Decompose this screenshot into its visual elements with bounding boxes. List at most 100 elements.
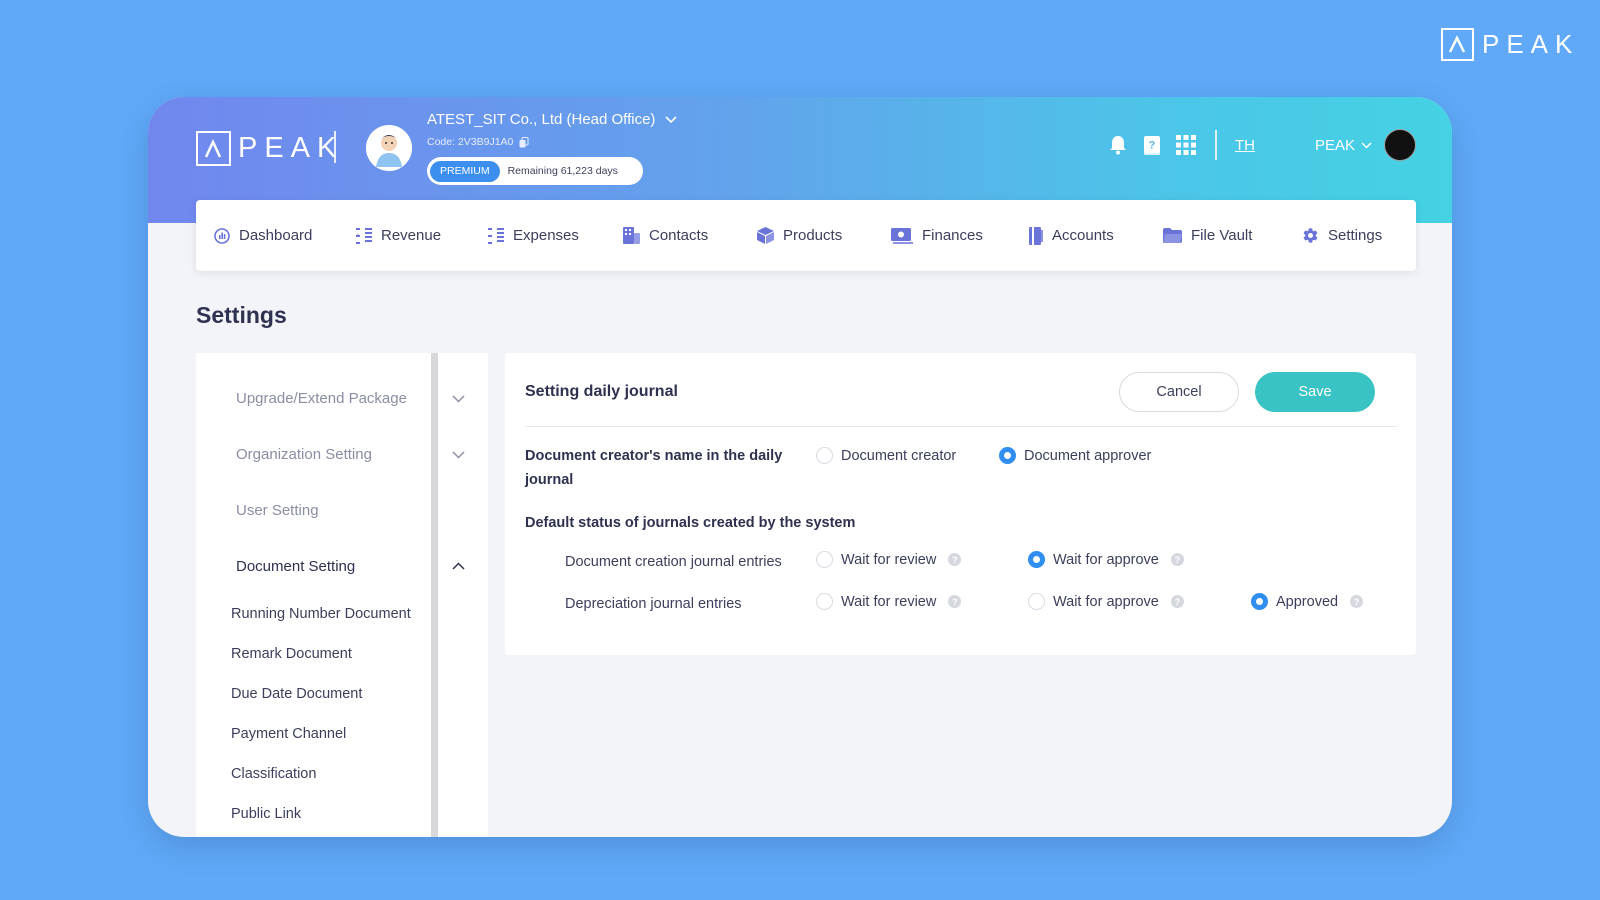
radio-circle[interactable] [1028,593,1045,610]
language-switch[interactable]: TH [1235,137,1255,154]
panel-divider [525,426,1397,427]
sidebar-subitem-remark[interactable]: Remark Document [231,646,352,662]
nav-finances[interactable]: Finances [891,227,1029,244]
header-logo[interactable]: PEAK [196,131,343,166]
user-name: PEAK [1314,136,1355,154]
peak-logo-icon [196,131,231,166]
header-actions: ? TH PEAK [1107,129,1416,161]
org-name: ATEST_SIT Co., Ltd (Head Office) [427,111,656,128]
header-logo-text: PEAK [238,132,344,164]
nav-label: Settings [1328,227,1383,244]
corner-logo-text: PEAK [1482,29,1580,59]
row-label-depreciation: Depreciation journal entries [565,596,742,612]
sidebar-item-upgrade-package[interactable]: Upgrade/Extend Package [236,390,407,407]
package-remaining: Remaining 61,223 days [507,165,618,177]
radio-label: Wait for review [841,551,937,568]
header-separator [1214,130,1217,160]
cancel-button[interactable]: Cancel [1119,372,1239,412]
nav-label: Products [783,227,843,244]
header-divider [334,131,336,163]
chevron-down-icon[interactable] [452,451,465,459]
radio-depreciation-wait-review[interactable]: Wait for review ? [816,593,962,610]
org-code: Code: 2V3B9J1A0 [427,136,514,148]
sidebar-scrollbar[interactable] [431,353,438,837]
help-icon[interactable]: ? [948,553,962,566]
main-nav: Dashboard Revenue Expenses Contacts Prod… [196,200,1416,271]
org-code-row: Code: 2V3B9J1A0 [427,136,529,148]
help-icon[interactable]: ? [948,595,962,608]
help-icon[interactable]: ? [1170,553,1184,566]
nav-label: Finances [922,227,983,244]
nav-label: Dashboard [239,227,313,244]
bell-icon[interactable] [1107,134,1129,156]
nav-settings[interactable]: Settings [1302,227,1382,244]
expenses-icon [488,227,504,244]
chevron-down-icon [1361,141,1372,149]
apps-grid-icon[interactable] [1175,134,1197,156]
radio-circle[interactable] [816,593,833,610]
radio-creation-wait-approve[interactable]: Wait for approve ? [1028,551,1184,568]
sidebar-item-user-setting[interactable]: User Setting [236,502,319,519]
help-book-icon[interactable]: ? [1141,134,1163,156]
dashboard-icon [214,227,230,244]
nav-contacts[interactable]: Contacts [623,227,757,244]
radio-document-approver[interactable]: Document approver [999,447,1151,464]
chevron-up-icon[interactable] [452,562,465,570]
corner-logo: PEAK [1441,28,1579,61]
nav-expenses[interactable]: Expenses [488,227,623,245]
nav-dashboard[interactable]: Dashboard [214,227,356,244]
radio-circle[interactable] [816,447,833,464]
sidebar-subitem-due-date[interactable]: Due Date Document [231,686,362,702]
sidebar-subitem-public-link[interactable]: Public Link [231,806,301,822]
help-icon[interactable]: ? [1350,595,1364,608]
products-icon [757,227,774,244]
radio-depreciation-approved[interactable]: Approved ? [1251,593,1364,610]
app-window: PEAK ATEST_SIT Co., Ltd (Head Office) Co… [148,97,1452,837]
copy-icon[interactable] [519,136,529,148]
radio-circle[interactable] [816,551,833,568]
radio-label: Wait for approve [1053,593,1159,610]
chevron-down-icon[interactable] [452,395,465,403]
nav-products[interactable]: Products [757,227,891,244]
sidebar-item-document-setting[interactable]: Document Setting [236,558,355,575]
radio-circle-selected[interactable] [999,447,1016,464]
radio-circle-selected[interactable] [1028,551,1045,568]
radio-depreciation-wait-approve[interactable]: Wait for approve ? [1028,593,1184,610]
user-menu[interactable]: PEAK [1315,137,1372,154]
sidebar-subitem-payment-channel[interactable]: Payment Channel [231,726,346,742]
gear-icon [1303,228,1318,243]
sidebar-subitem-classification[interactable]: Classification [231,766,316,782]
org-avatar[interactable] [366,125,412,171]
radio-label: Wait for approve [1053,551,1159,568]
nav-label: Revenue [381,227,442,244]
nav-file-vault[interactable]: File Vault [1163,227,1302,244]
revenue-icon [356,227,372,244]
chevron-down-icon [665,115,677,123]
page-title: Settings [196,302,287,328]
row-label-document-creation: Document creation journal entries [565,554,782,570]
nav-label: Expenses [513,227,579,244]
daily-journal-panel: Setting daily journal Cancel Save Docume… [505,353,1416,655]
svg-text:?: ? [1149,139,1156,151]
nav-revenue[interactable]: Revenue [356,227,488,245]
nav-label: Accounts [1052,227,1114,244]
nav-accounts[interactable]: Accounts [1029,226,1163,245]
creator-name-label: Document creator's name in the daily jou… [525,448,783,488]
radio-circle-selected[interactable] [1251,593,1268,610]
radio-label: Wait for review [841,593,937,610]
sidebar-subitem-running-number[interactable]: Running Number Document [231,606,411,622]
radio-creation-wait-review[interactable]: Wait for review ? [816,551,962,568]
settings-sidebar: Upgrade/Extend Package Organization Sett… [196,353,488,837]
org-switcher[interactable]: ATEST_SIT Co., Ltd (Head Office) [427,111,677,128]
package-pill[interactable]: PREMIUM Remaining 61,223 days [427,157,643,185]
radio-label: Document approver [1024,447,1152,464]
peak-logo-icon [1441,28,1474,61]
help-icon[interactable]: ? [1170,595,1184,608]
sidebar-item-organization-setting[interactable]: Organization Setting [236,446,372,463]
radio-document-creator[interactable]: Document creator [816,447,956,464]
radio-label: Approved [1276,593,1339,610]
user-avatar[interactable] [1384,129,1416,161]
radio-label: Document creator [841,447,957,464]
save-button[interactable]: Save [1255,372,1375,412]
nav-label: File Vault [1191,227,1253,244]
